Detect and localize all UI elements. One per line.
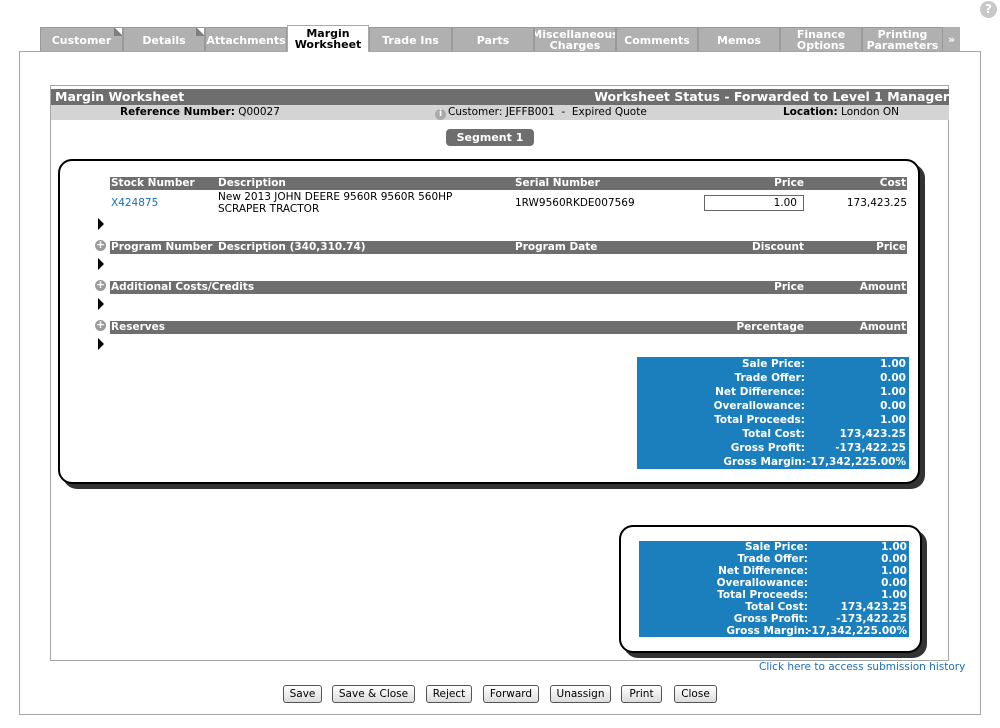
reference-bar: Reference Number: Q00027 i Customer: JEFF…	[51, 105, 949, 120]
sale-price-label: Sale Price:	[741, 358, 805, 370]
info-icon[interactable]: i	[435, 109, 446, 120]
gross-margin-label: Gross Margin:	[723, 456, 806, 468]
worksheet-status: Worksheet Status - Forwarded to Level 1 …	[594, 89, 949, 104]
col-additional-amount: Amount	[859, 281, 906, 293]
trade-offer-label: Trade Offer:	[734, 372, 806, 384]
net-difference-label: Net Difference:	[715, 386, 805, 398]
segment-tab[interactable]: Segment 1	[446, 129, 534, 146]
reject-button[interactable]: Reject	[426, 685, 472, 703]
total-cost-value: 173,423.25	[839, 428, 906, 440]
overallowance-value: 0.00	[880, 400, 906, 412]
net-difference-value: 1.00	[880, 386, 906, 398]
col-additional-price: Price	[774, 281, 804, 293]
tab-margin-worksheet[interactable]: Margin Worksheet	[287, 25, 369, 52]
overallowance-label: Overallowance:	[713, 400, 805, 412]
total-sale-price-value: 1.00	[881, 541, 907, 553]
gross-profit-label: Gross Profit:	[730, 442, 805, 454]
total-overallowance-label: Overallowance:	[716, 577, 808, 589]
total-total-proceeds-value: 1.00	[881, 589, 907, 601]
tab-customer[interactable]: Customer	[40, 27, 123, 52]
trade-offer-value: 0.00	[880, 372, 906, 384]
sale-price-value: 1.00	[880, 358, 906, 370]
col-cost: Cost	[879, 177, 906, 189]
stock-number-link[interactable]: X424875	[111, 197, 158, 209]
total-proceeds-label: Total Proceeds:	[714, 414, 805, 426]
total-proceeds-value: 1.00	[880, 414, 906, 426]
expand-arrow-icon[interactable]	[98, 298, 104, 310]
col-program-date: Program Date	[515, 241, 598, 253]
tab-attachments[interactable]: Attachments	[205, 27, 287, 52]
tab-details[interactable]: Details	[123, 27, 205, 52]
col-program-description: Description (340,310.74)	[218, 241, 366, 253]
additional-costs-title: Additional Costs/Credits	[111, 281, 255, 293]
save-button[interactable]: Save	[283, 685, 322, 703]
total-total-cost-value: 173,423.25	[840, 601, 907, 613]
customer-info: Customer: JEFFB001 - Expired Quote	[448, 106, 647, 118]
reserves-title: Reserves	[111, 321, 165, 333]
col-serial-number: Serial Number	[515, 177, 600, 189]
segment-summary: Sale Price: 1.00 Trade Offer: 0.00 Net Dif…	[637, 357, 909, 469]
total-total-cost-label: Total Cost:	[745, 601, 808, 613]
col-discount: Discount	[752, 241, 804, 253]
serial-number: 1RW9560RKDE007569	[515, 197, 635, 209]
total-net-difference-label: Net Difference:	[718, 565, 808, 577]
add-reserve-icon[interactable]: +	[95, 319, 106, 331]
add-additional-cost-icon[interactable]: +	[95, 279, 106, 291]
tab-parts[interactable]: Parts	[452, 27, 534, 52]
reserves-header: Reserves Percentage Amount	[110, 321, 907, 334]
gross-margin-value: -17,342,225.00%	[806, 456, 906, 468]
total-net-difference-value: 1.00	[881, 565, 907, 577]
col-stock-number: Stock Number	[111, 177, 195, 189]
program-table-header: Program Number Description (340,310.74) …	[110, 241, 907, 254]
tab-scroll-right-icon[interactable]: »	[943, 27, 960, 52]
total-gross-profit-value: -173,422.25	[836, 613, 907, 625]
total-gross-margin-label: Gross Margin:	[726, 625, 809, 637]
col-percentage: Percentage	[736, 321, 804, 333]
tab-miscellaneous-charges[interactable]: Miscellaneous Charges	[534, 27, 616, 52]
col-program-number: Program Number	[111, 241, 213, 253]
tab-comments[interactable]: Comments	[616, 27, 698, 52]
stock-cost: 173,423.25	[846, 197, 907, 209]
total-sale-price-label: Sale Price:	[744, 541, 808, 553]
col-reserves-amount: Amount	[859, 321, 906, 333]
reference-number: Q00027	[238, 106, 280, 118]
worksheet-title-bar: Margin Worksheet Worksheet Status - Forw…	[51, 89, 949, 105]
reference-number-label: Reference Number:	[120, 106, 235, 118]
tab-finance-options[interactable]: Finance Options	[780, 27, 862, 52]
save-close-button[interactable]: Save & Close	[332, 685, 415, 703]
tab-memos[interactable]: Memos	[698, 27, 780, 52]
total-trade-offer-value: 0.00	[881, 553, 907, 565]
add-program-icon[interactable]: +	[95, 239, 106, 251]
col-description: Description	[218, 177, 286, 189]
close-button[interactable]: Close	[674, 685, 717, 703]
stock-table-header: Stock Number Description Serial Number P…	[110, 177, 907, 190]
page-title: Margin Worksheet	[55, 89, 185, 104]
help-icon[interactable]: ?	[980, 1, 997, 18]
submission-history-link[interactable]: Click here to access submission history	[759, 661, 965, 673]
col-program-price: Price	[876, 241, 906, 253]
expand-arrow-icon[interactable]	[98, 258, 104, 270]
total-gross-profit-label: Gross Profit:	[733, 613, 808, 625]
unassign-button[interactable]: Unassign	[550, 685, 611, 703]
col-price: Price	[774, 177, 804, 189]
price-input[interactable]	[704, 195, 804, 211]
additional-costs-header: Additional Costs/Credits Price Amount	[110, 281, 907, 294]
forward-button[interactable]: Forward	[483, 685, 539, 703]
total-cost-label: Total Cost:	[742, 428, 805, 440]
tab-printing-parameters[interactable]: Printing Parameters	[862, 27, 943, 52]
location-label: Location:	[782, 106, 838, 118]
total-gross-margin-value: -17,342,225.00%	[807, 625, 907, 637]
total-summary: Sale Price: 1.00 Trade Offer: 0.00 Net Dif…	[639, 541, 909, 637]
print-button[interactable]: Print	[621, 685, 662, 703]
gross-profit-value: -173,422.25	[835, 442, 906, 454]
tab-bar: Customer Details Attachments Margin Work…	[40, 25, 960, 52]
tab-trade-ins[interactable]: Trade Ins	[369, 27, 452, 52]
location-value: London ON	[841, 106, 899, 118]
stock-description: New 2013 JOHN DEERE 9560R 9560R 560HP SC…	[218, 191, 453, 215]
expand-arrow-icon[interactable]	[98, 338, 104, 350]
total-trade-offer-label: Trade Offer:	[737, 553, 809, 565]
expand-arrow-icon[interactable]	[98, 218, 104, 230]
total-total-proceeds-label: Total Proceeds:	[717, 589, 808, 601]
total-overallowance-value: 0.00	[881, 577, 907, 589]
